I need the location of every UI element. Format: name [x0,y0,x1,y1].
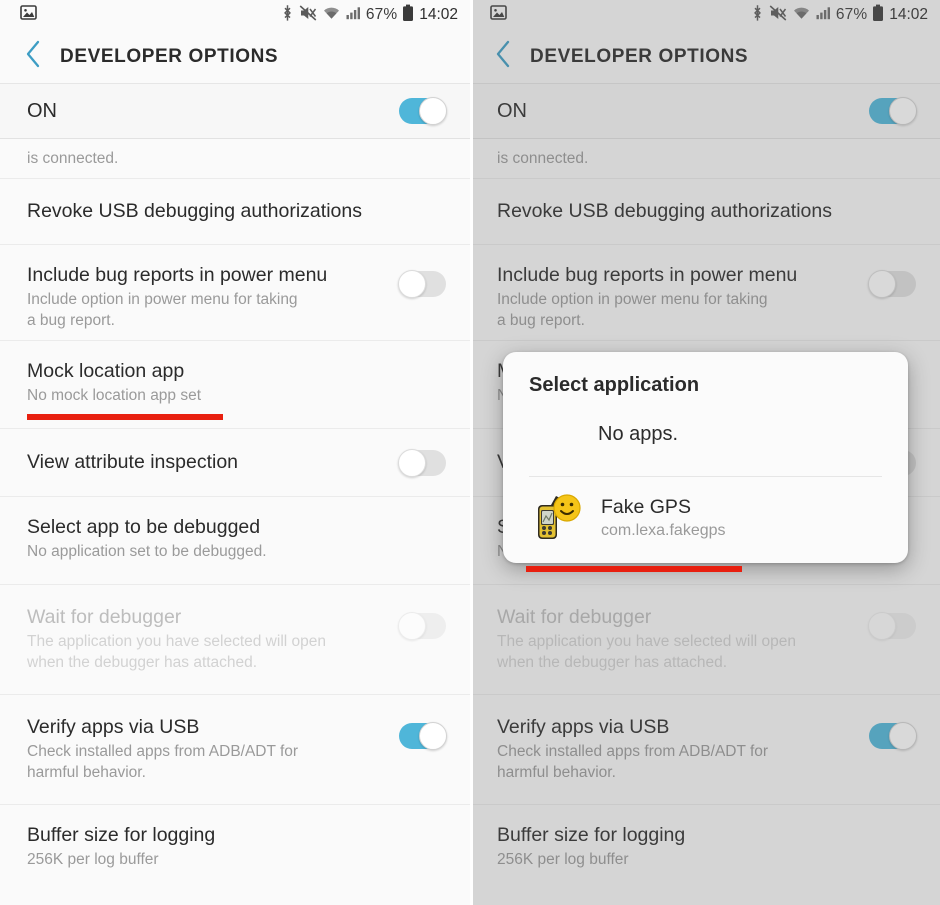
screenshot-pair: 67% 14:02 DEVELOPER OPTIONS ON is connec… [0,0,940,905]
page-title: DEVELOPER OPTIONS [530,45,749,67]
list-item-subtitle: is connected. [497,150,589,168]
list-item-subtitle: The application you have selected will o… [27,633,326,672]
list-item-subtitle: Check installed apps from ADB/ADT for ha… [27,743,299,782]
signal-icon [346,5,361,25]
list-item-select-app-to-debug[interactable]: Select app to be debugged No application… [0,497,470,585]
list-item-subtitle: No mock location app set [27,387,202,405]
list-item-subtitle: No application set to be debugged. [27,543,267,561]
title-bar: DEVELOPER OPTIONS [0,30,470,84]
dialog-app-option-fake-gps[interactable]: Fake GPS com.lexa.fakegps [503,477,908,563]
list-item-buffer-size-for-logging[interactable]: Buffer size for logging 256K per log buf… [470,805,940,895]
dialog-title: Select application [529,374,700,396]
list-item-subtitle: 256K per log buffer [497,851,629,869]
list-item-title: Buffer size for logging [497,824,686,846]
list-item-view-attribute-inspection[interactable]: View attribute inspection [0,429,470,497]
list-item-wait-for-debugger[interactable]: Wait for debugger The application you ha… [0,585,470,695]
image-icon [490,4,507,26]
phone-screen-left: 67% 14:02 DEVELOPER OPTIONS ON is connec… [0,0,470,905]
list-item-title: Select app to be debugged [27,516,261,538]
status-bar-left-icons [20,4,37,26]
verify-apps-via-usb-toggle[interactable] [399,722,447,750]
fake-gps-app-icon [529,491,583,545]
title-bar: DEVELOPER OPTIONS [470,30,940,84]
status-bar-clock: 14:02 [889,6,928,23]
developer-options-master-row[interactable]: ON [0,84,470,139]
list-item-title: Revoke USB debugging authorizations [497,200,832,223]
chevron-left-icon [495,40,512,73]
list-item-revoke-usb-debugging[interactable]: Revoke USB debugging authorizations [0,179,470,245]
master-switch-label: ON [27,99,57,122]
list-item-title: Verify apps via USB [27,716,200,738]
developer-options-master-row[interactable]: ON [470,84,940,139]
list-item-title: Revoke USB debugging authorizations [27,200,362,223]
image-icon [20,4,37,26]
mute-icon [299,4,317,27]
list-item-usb-debugging-tail[interactable]: is connected. [0,139,470,179]
list-item-title: Wait for debugger [27,606,182,628]
status-bar-left-icons [490,4,507,26]
settings-list-left[interactable]: is connected. Revoke USB debugging autho… [0,139,470,895]
back-button[interactable] [488,40,518,73]
red-underline-package-name [526,566,742,572]
page-title: DEVELOPER OPTIONS [60,45,279,67]
list-item-subtitle: Check installed apps from ADB/ADT for ha… [497,743,769,782]
dialog-app-texts: Fake GPS com.lexa.fakegps [601,496,726,539]
list-item-verify-apps-via-usb[interactable]: Verify apps via USB Check installed apps… [0,695,470,805]
wait-for-debugger-toggle [398,612,446,640]
status-bar: 67% 14:02 [470,0,940,30]
red-underline-mock-location [27,414,223,420]
verify-apps-via-usb-toggle[interactable] [869,722,917,750]
wait-for-debugger-toggle [868,612,916,640]
battery-percent: 67% [835,6,868,23]
list-item-title: View attribute inspection [27,451,239,474]
panel-divider [470,0,473,905]
bluetooth-icon [281,4,294,27]
status-bar-clock: 14:02 [419,6,458,23]
list-item-title: Wait for debugger [497,606,652,628]
list-item-title: Mock location app [27,360,185,382]
signal-icon [816,5,831,25]
wifi-icon [322,5,341,26]
list-item-subtitle: Include option in power menu for taking … [497,291,768,330]
select-application-dialog[interactable]: Select application No apps. Fake GPS com… [503,352,908,563]
list-item-revoke-usb-debugging[interactable]: Revoke USB debugging authorizations [470,179,940,245]
dialog-app-package: com.lexa.fakegps [601,521,726,539]
list-item-include-bug-reports[interactable]: Include bug reports in power menu Includ… [0,245,470,341]
battery-icon [872,4,884,27]
bluetooth-icon [751,4,764,27]
wifi-icon [792,5,811,26]
list-item-title: Include bug reports in power menu [497,264,798,286]
back-button[interactable] [18,40,48,73]
list-item-include-bug-reports[interactable]: Include bug reports in power menu Includ… [470,245,940,341]
status-bar-right-icons: 67% 14:02 [751,4,928,27]
list-item-title: Buffer size for logging [27,824,216,846]
master-switch-label: ON [497,99,527,122]
dialog-no-apps-option[interactable]: No apps. [503,397,908,476]
chevron-left-icon [25,40,42,73]
list-item-title: Verify apps via USB [497,716,670,738]
list-item-title: Include bug reports in power menu [27,264,328,286]
list-item-subtitle: is connected. [27,150,119,168]
mute-icon [769,4,787,27]
include-bug-reports-toggle[interactable] [398,270,446,298]
battery-percent: 67% [365,6,398,23]
battery-icon [402,4,414,27]
master-switch-toggle[interactable] [869,97,917,125]
list-item-subtitle: Include option in power menu for taking … [27,291,298,330]
list-item-wait-for-debugger[interactable]: Wait for debugger The application you ha… [470,585,940,695]
include-bug-reports-toggle[interactable] [868,270,916,298]
list-item-buffer-size-for-logging[interactable]: Buffer size for logging 256K per log buf… [0,805,470,895]
view-attribute-inspection-toggle[interactable] [398,448,446,477]
dialog-app-name: Fake GPS [601,496,691,519]
status-bar-right-icons: 67% 14:02 [281,4,458,27]
master-switch-toggle[interactable] [399,97,447,125]
list-item-verify-apps-via-usb[interactable]: Verify apps via USB Check installed apps… [470,695,940,805]
phone-screen-right: 67% 14:02 DEVELOPER OPTIONS ON is connec… [470,0,940,905]
list-item-usb-debugging-tail[interactable]: is connected. [470,139,940,179]
list-item-subtitle: The application you have selected will o… [497,633,796,672]
list-item-subtitle: 256K per log buffer [27,851,159,869]
status-bar: 67% 14:02 [0,0,470,30]
